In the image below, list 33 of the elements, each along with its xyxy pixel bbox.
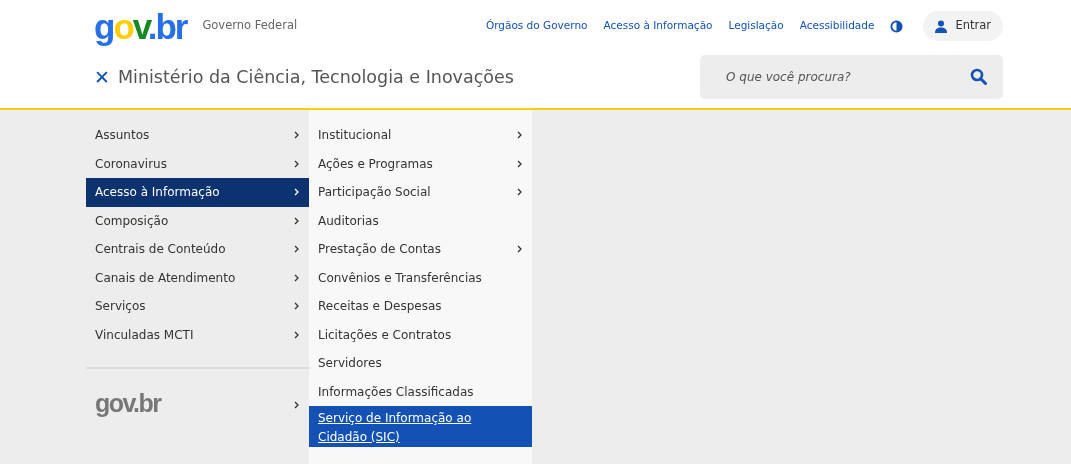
menu-item[interactable]: Composição [86, 206, 309, 235]
login-button[interactable]: Entrar [923, 11, 1003, 41]
menu-item[interactable]: Convênios e Transferências [309, 263, 532, 292]
menu-item[interactable]: Prestação de Contas [309, 235, 532, 264]
site-title: Ministério da Ciência, Tecnologia e Inovações [117, 65, 514, 89]
menu-item[interactable]: Auditorias [309, 206, 532, 235]
menu-item[interactable]: Licitações e Contratos [309, 320, 532, 349]
close-icon[interactable]: ✕ [94, 62, 110, 92]
header-link[interactable]: Acesso à Informação [603, 18, 713, 34]
gov-br-logo[interactable]: gov.br [94, 8, 187, 44]
header-link[interactable]: Acessibilidade [799, 18, 875, 34]
menu-item[interactable]: Participação Social [309, 178, 532, 207]
header-link[interactable]: Órgãos do Governo [485, 18, 588, 34]
user-icon [935, 19, 948, 33]
menu-item[interactable]: Assuntos [86, 121, 309, 150]
menu-item[interactable]: Serviço de Informação ao Cidadão (SIC) [309, 406, 532, 447]
gov-br-logo[interactable]: gov.br [95, 385, 161, 423]
menu-item[interactable]: Ações e Programas [309, 149, 532, 178]
contrast-icon[interactable] [890, 19, 904, 33]
menu-item[interactable]: Acesso à Informação [86, 178, 309, 207]
search-icon[interactable] [970, 68, 987, 85]
menu-item[interactable]: Canais de Atendimento [86, 263, 309, 292]
menu-item[interactable]: Receitas e Despesas [309, 292, 532, 321]
menu-item[interactable]: Serviços [86, 292, 309, 321]
search-field[interactable]: O que você procura? [700, 55, 1003, 99]
logo-subtitle: Governo Federal [202, 17, 298, 35]
header-link[interactable]: Legislação [728, 18, 784, 34]
menu-item[interactable]: Institucional [309, 121, 532, 150]
menu-item[interactable]: Servidores [309, 349, 532, 378]
menu-item[interactable]: Centrais de Conteúdo [86, 235, 309, 264]
menu-item[interactable]: Informações Classificadas [309, 377, 532, 406]
menu-item[interactable]: Coronavirus [86, 149, 309, 178]
menu-item[interactable]: Vinculadas MCTI [86, 320, 309, 349]
